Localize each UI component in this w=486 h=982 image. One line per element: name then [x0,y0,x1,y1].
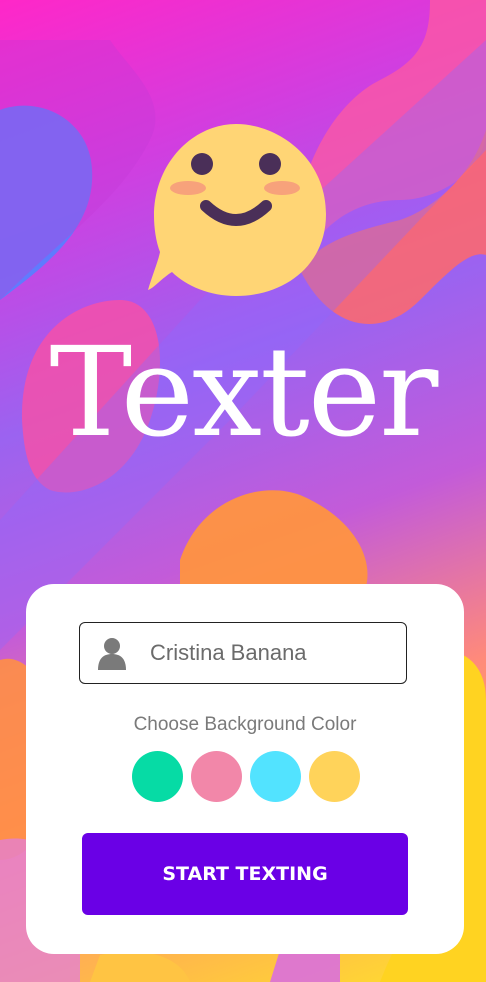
color-swatch-green[interactable] [132,751,183,802]
app-title: Texter [49,321,439,465]
smiley-chat-bubble-icon [148,124,326,296]
user-icon [98,638,126,670]
setup-card: Choose Background Color START TEXTING [26,584,464,954]
name-field[interactable] [79,622,407,684]
start-texting-button[interactable]: START TEXTING [82,833,408,915]
color-swatch-cyan[interactable] [250,751,301,802]
color-swatch-pink[interactable] [191,751,242,802]
color-swatch-yellow[interactable] [309,751,360,802]
name-input[interactable] [150,640,380,666]
color-swatches [132,751,360,802]
background-color-label: Choose Background Color [133,714,357,735]
